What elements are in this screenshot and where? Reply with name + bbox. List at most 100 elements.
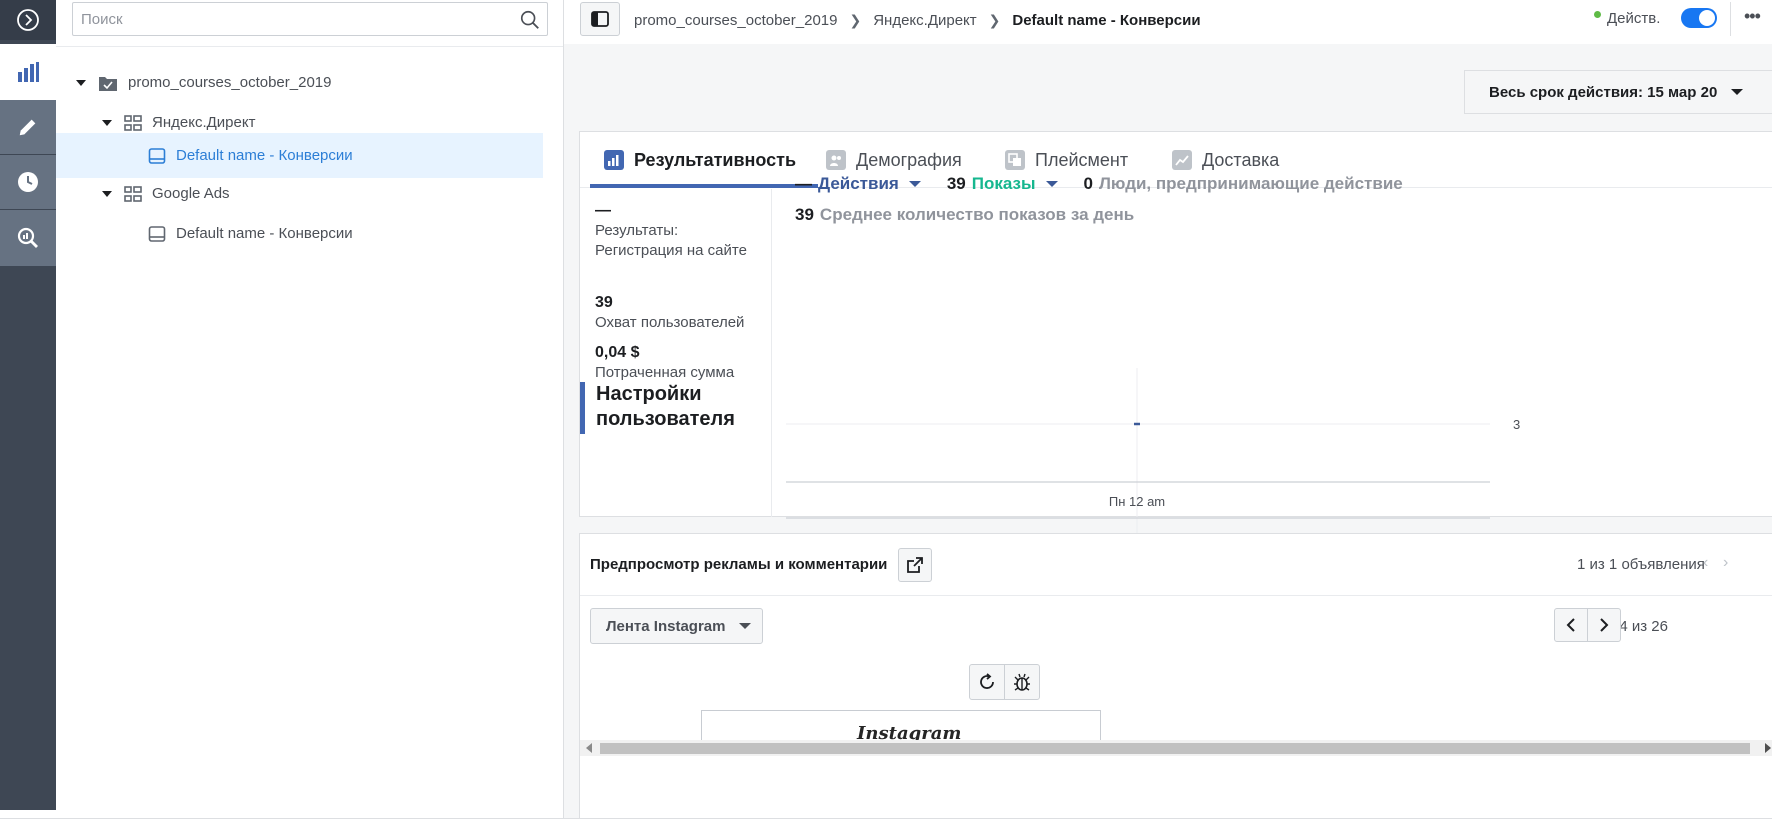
preview-title: Предпросмотр рекламы и комментарии bbox=[590, 556, 888, 573]
summary-custom-settings[interactable]: Настройки пользователя bbox=[580, 382, 772, 434]
toggle-knob bbox=[1699, 10, 1715, 26]
pencil-icon bbox=[19, 119, 36, 136]
search-input[interactable] bbox=[73, 3, 503, 35]
caret-down-icon[interactable] bbox=[102, 190, 112, 197]
results-sublabel: Регистрация на сайте bbox=[595, 242, 747, 259]
avg-label: Среднее количество показов за день bbox=[819, 205, 1135, 224]
tree-item-campaign[interactable]: promo_courses_october_2019 bbox=[56, 60, 543, 105]
adset-grid-icon bbox=[124, 185, 142, 202]
tree-item-label: Яндекс.Директ bbox=[152, 114, 256, 131]
placement-dropdown[interactable]: Лента Instagram bbox=[590, 608, 763, 644]
tab-label: Демография bbox=[856, 149, 962, 170]
tree-item-label: Default name - Конверсии bbox=[176, 147, 353, 164]
refresh-button[interactable] bbox=[969, 664, 1005, 700]
expand-nav-button[interactable] bbox=[0, 0, 56, 40]
impressions-value: 39 bbox=[946, 174, 966, 193]
nav-reports-button[interactable] bbox=[0, 44, 56, 100]
placement-icon bbox=[1005, 150, 1025, 170]
scrollbar-thumb[interactable] bbox=[600, 743, 1750, 754]
status-label: Действ. bbox=[1607, 10, 1661, 27]
main-content: promo_courses_october_2019 ❯ Яндекс.Дире… bbox=[564, 0, 1772, 819]
preview-blank-area bbox=[580, 756, 1772, 819]
avg-value: 39 bbox=[795, 205, 814, 224]
placement-label: Лента Instagram bbox=[606, 617, 726, 635]
tree-item-label: promo_courses_october_2019 bbox=[128, 74, 332, 91]
bar-chart-icon bbox=[18, 62, 39, 82]
caret-down-icon[interactable] bbox=[102, 119, 112, 126]
adset-grid-icon bbox=[124, 114, 142, 131]
bar-chart-icon bbox=[604, 150, 624, 170]
spend-label: Потраченная сумма bbox=[595, 364, 735, 381]
campaign-tree-panel: promo_courses_october_2019 Яндекс.Директ… bbox=[56, 0, 617, 818]
ad-count: 1 из 1 объявления bbox=[1577, 556, 1705, 573]
summary-spend[interactable]: 0,04 $ Потраченная сумма bbox=[595, 343, 734, 383]
delivery-icon bbox=[1172, 150, 1192, 170]
chevron-left-icon bbox=[1566, 618, 1575, 632]
prev-ad-icon[interactable]: ‹ bbox=[1703, 554, 1708, 572]
spend-value: 0,04 $ bbox=[595, 344, 640, 361]
tree-item-ad-google[interactable]: Default name - Конверсии bbox=[56, 211, 543, 256]
clock-icon bbox=[18, 172, 38, 192]
results-label: Результаты: bbox=[595, 222, 679, 239]
preview-header: Предпросмотр рекламы и комментарии 1 из … bbox=[580, 534, 1772, 596]
rail-footer bbox=[0, 810, 56, 818]
chevron-right-icon: ❯ bbox=[849, 12, 862, 28]
nav-history-button[interactable] bbox=[0, 155, 56, 209]
people-metric-label: Люди, предпринимающие действие bbox=[1098, 174, 1403, 193]
search-box bbox=[72, 2, 548, 36]
tab-performance[interactable]: Результативность bbox=[604, 132, 796, 188]
chevron-right-icon bbox=[1600, 618, 1609, 632]
prev-page-button[interactable] bbox=[1554, 608, 1588, 642]
toggle-panel-button[interactable] bbox=[580, 2, 620, 36]
caret-down-icon[interactable] bbox=[908, 181, 921, 187]
topbar-divider bbox=[1730, 2, 1731, 36]
nav-analyze-button[interactable] bbox=[0, 210, 56, 266]
ad-icon bbox=[148, 147, 166, 164]
tree-item-label: Google Ads bbox=[152, 185, 230, 202]
custom-settings-sublabel: пользователя bbox=[596, 408, 735, 430]
tree-divider bbox=[56, 46, 563, 47]
caret-down-icon[interactable] bbox=[76, 79, 86, 86]
summary-reach[interactable]: 39 Охват пользователей bbox=[595, 293, 744, 333]
refresh-icon bbox=[980, 673, 994, 689]
active-tab-indicator bbox=[590, 184, 818, 188]
search-icon[interactable] bbox=[519, 9, 541, 31]
bug-icon bbox=[1014, 673, 1030, 691]
ad-icon bbox=[148, 225, 166, 242]
actions-metric-selector[interactable]: Действия bbox=[818, 174, 899, 194]
page-footer-line bbox=[0, 818, 1772, 826]
tab-label: Результативность bbox=[634, 149, 797, 170]
scroll-right-arrow-icon[interactable] bbox=[1765, 743, 1771, 753]
nav-edit-button[interactable] bbox=[0, 100, 56, 154]
preview-horizontal-scrollbar[interactable] bbox=[580, 740, 1772, 756]
actions-value: — bbox=[795, 174, 812, 193]
left-nav-rail bbox=[0, 0, 56, 818]
tab-label: Плейсмент bbox=[1035, 149, 1129, 170]
breadcrumb-campaign[interactable]: promo_courses_october_2019 bbox=[634, 12, 837, 29]
next-ad-icon[interactable]: › bbox=[1723, 554, 1728, 572]
chart-y-tick-label: 3 bbox=[1513, 417, 1520, 432]
date-range-selector[interactable]: Весь срок действия: 15 мар 20 bbox=[1464, 70, 1772, 114]
metric-legend-row: — Действия 39 Показы 0 Люди, предпринима… bbox=[795, 174, 1403, 194]
caret-down-icon bbox=[739, 623, 752, 629]
caret-down-icon[interactable] bbox=[1045, 181, 1058, 187]
tree-item-adset-google[interactable]: Google Ads bbox=[56, 171, 543, 216]
debug-button[interactable] bbox=[1004, 664, 1040, 700]
breadcrumb-adset[interactable]: Яндекс.Директ bbox=[873, 12, 976, 29]
status-indicator: Действ. bbox=[1594, 10, 1660, 27]
summary-results[interactable]: — Результаты: Регистрация на сайте bbox=[595, 201, 747, 261]
status-toggle[interactable] bbox=[1681, 8, 1717, 28]
custom-settings-label: Настройки bbox=[596, 383, 702, 405]
chevron-right-circle-icon bbox=[17, 9, 39, 31]
chart-x-tick-label: Пн 12 am bbox=[1109, 494, 1165, 509]
scroll-left-arrow-icon[interactable] bbox=[586, 743, 592, 753]
impressions-metric-selector[interactable]: Показы bbox=[972, 174, 1036, 194]
open-external-button[interactable] bbox=[898, 548, 932, 582]
people-value: 0 bbox=[1083, 174, 1093, 193]
reach-value: 39 bbox=[595, 294, 613, 311]
chevron-right-icon: ❯ bbox=[988, 12, 1001, 28]
more-options-icon[interactable]: ••• bbox=[1744, 6, 1761, 27]
caret-down-icon bbox=[1731, 89, 1744, 95]
results-value: — bbox=[595, 202, 611, 219]
next-page-button[interactable] bbox=[1587, 608, 1621, 642]
